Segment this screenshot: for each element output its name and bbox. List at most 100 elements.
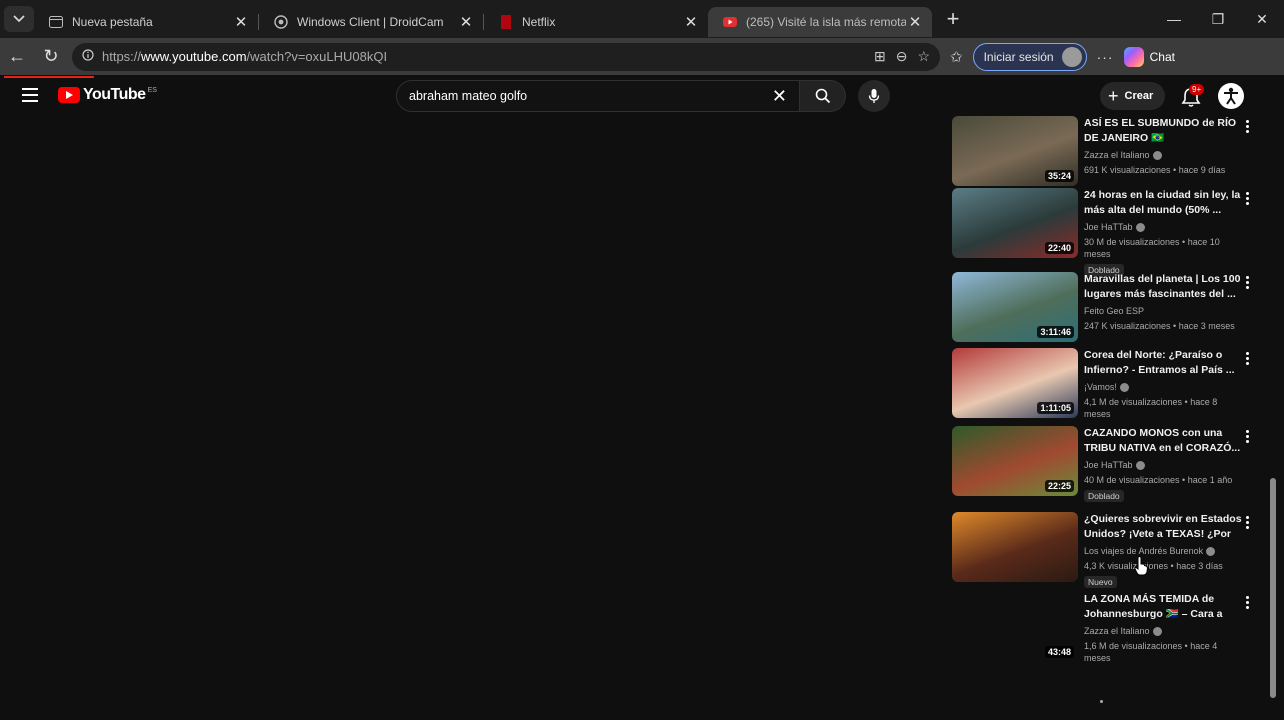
more-options-icon[interactable]: ···	[1097, 49, 1114, 65]
video-stats: 30 M de visualizaciones • hace 10 meses	[1084, 237, 1220, 259]
new-tab-button[interactable]: +	[938, 6, 968, 32]
search-input[interactable]: abraham mateo golfo ✕	[396, 80, 800, 112]
close-icon[interactable]: ✕	[682, 13, 700, 31]
favorite-star-icon[interactable]: ☆	[917, 48, 930, 65]
video-title[interactable]: ASÍ ES EL SUBMUNDO de RÍO DE JANEIRO 🇧🇷	[1084, 116, 1242, 146]
tab-actions-menu-button[interactable]	[4, 6, 34, 32]
video-thumbnail[interactable]	[952, 512, 1078, 582]
close-icon[interactable]: ✕	[906, 13, 924, 31]
restore-icon[interactable]: ❐	[1196, 0, 1240, 38]
channel-line: Los viajes de Andrés Burenok	[1084, 545, 1242, 557]
more-actions-icon[interactable]	[1244, 516, 1250, 531]
video-title[interactable]: Corea del Norte: ¿Paraíso o Infierno? - …	[1084, 348, 1242, 378]
tab-new-tab[interactable]: Nueva pestaña ✕	[34, 7, 258, 37]
channel-name[interactable]: Zazza el Italiano	[1084, 626, 1150, 636]
favorites-icon[interactable]: ✩	[950, 48, 963, 66]
channel-line: Joe HaTTab	[1084, 221, 1242, 233]
accessibility-person-icon	[1224, 87, 1238, 105]
channel-line: Zazza el Italiano	[1084, 149, 1242, 161]
more-actions-icon[interactable]	[1244, 430, 1250, 445]
netflix-icon	[498, 14, 514, 30]
copilot-chat-button[interactable]: Chat	[1123, 46, 1175, 67]
video-duration: 22:40	[1044, 242, 1074, 254]
channel-name[interactable]: Joe HaTTab	[1084, 460, 1133, 470]
app-install-icon[interactable]: ⊞	[874, 48, 886, 65]
video-stats: 247 K visualizaciones • hace 3 meses	[1084, 321, 1235, 331]
url-scheme: https://	[102, 49, 142, 64]
window-controls: — ❐ ✕	[1152, 0, 1284, 38]
video-duration: 22:25	[1044, 480, 1074, 492]
video-tag: Nuevo	[1084, 576, 1117, 588]
channel-line: ¡Vamos!	[1084, 381, 1242, 393]
clear-search-icon[interactable]: ✕	[772, 86, 787, 107]
tab-youtube-active[interactable]: (265) Visité la isla más remota del ✕	[708, 7, 932, 37]
address-bar-row: ← ↻ https://www.youtube.com/watch?v=oxuL…	[0, 38, 1284, 75]
youtube-wordmark: YouTube	[83, 86, 146, 103]
tab-droidcam[interactable]: Windows Client | DroidCam ✕	[259, 7, 483, 37]
menu-hamburger-icon[interactable]	[22, 88, 38, 102]
channel-name[interactable]: Zazza el Italiano	[1084, 150, 1150, 160]
verified-check-icon	[1119, 383, 1129, 393]
signin-label: Iniciar sesión	[983, 49, 1054, 64]
channel-name[interactable]: ¡Vamos!	[1084, 382, 1117, 392]
video-title[interactable]: LA ZONA MÁS TEMIDA de Johannesburgo 🇿🇦 –…	[1084, 592, 1242, 622]
channel-line: Feito Geo ESP	[1084, 305, 1242, 317]
video-title[interactable]: 24 horas en la ciudad sin ley, la más al…	[1084, 188, 1242, 218]
video-thumbnail[interactable]: 22:40	[952, 188, 1078, 258]
zoom-icon[interactable]: ⊖	[896, 48, 908, 65]
create-label: Crear	[1124, 90, 1154, 102]
tab-netflix[interactable]: Netflix ✕	[484, 7, 708, 37]
tab-title: Netflix	[522, 15, 556, 29]
site-info-icon[interactable]	[82, 49, 94, 64]
video-title[interactable]: Maravillas del planeta | Los 100 lugares…	[1084, 272, 1242, 302]
signin-button[interactable]: Iniciar sesión	[972, 42, 1087, 71]
window-close-icon[interactable]: ✕	[1240, 0, 1284, 38]
youtube-logo[interactable]: YouTube ES	[58, 86, 157, 104]
video-meta: CAZANDO MONOS con una TRIBU NATIVA en el…	[1084, 426, 1242, 504]
create-button[interactable]: + Crear	[1100, 82, 1166, 110]
more-actions-icon[interactable]	[1244, 120, 1250, 135]
video-thumbnail[interactable]: 43:48	[952, 592, 1078, 662]
voice-search-button[interactable]	[858, 80, 890, 112]
reload-icon[interactable]: ↻	[34, 46, 68, 67]
close-icon[interactable]: ✕	[232, 13, 250, 31]
video-meta: Maravillas del planeta | Los 100 lugares…	[1084, 272, 1242, 332]
tab-title: Windows Client | DroidCam	[297, 15, 444, 29]
plus-icon: +	[1108, 85, 1119, 106]
video-thumbnail[interactable]: 3:11:46	[952, 272, 1078, 342]
video-meta: ASÍ ES EL SUBMUNDO de RÍO DE JANEIRO 🇧🇷 …	[1084, 116, 1242, 176]
video-thumbnail[interactable]: 1:11:05	[952, 348, 1078, 418]
url-field[interactable]: https://www.youtube.com/watch?v=oxuLHU08…	[72, 42, 940, 71]
droidcam-icon	[273, 14, 289, 30]
back-arrow-icon[interactable]: ←	[0, 46, 34, 67]
video-stats: 40 M de visualizaciones • hace 1 año	[1084, 475, 1233, 485]
hand-cursor-icon	[1134, 556, 1148, 576]
channel-name[interactable]: Feito Geo ESP	[1084, 306, 1144, 316]
loading-dot	[1100, 700, 1103, 703]
channel-name[interactable]: Joe HaTTab	[1084, 222, 1133, 232]
chevron-down-icon	[13, 15, 25, 23]
channel-name[interactable]: Los viajes de Andrés Burenok	[1084, 546, 1203, 556]
more-actions-icon[interactable]	[1244, 352, 1250, 367]
more-actions-icon[interactable]	[1244, 596, 1250, 611]
country-code: ES	[147, 86, 157, 94]
search-icon	[815, 88, 830, 104]
video-duration: 43:48	[1044, 646, 1074, 658]
close-icon[interactable]: ✕	[457, 13, 475, 31]
account-avatar[interactable]	[1218, 83, 1244, 109]
video-thumbnail[interactable]: 35:24	[952, 116, 1078, 186]
video-thumbnail[interactable]: 22:25	[952, 426, 1078, 496]
more-actions-icon[interactable]	[1244, 192, 1250, 207]
minimize-icon[interactable]: —	[1152, 0, 1196, 38]
microphone-icon	[868, 89, 880, 103]
more-actions-icon[interactable]	[1244, 276, 1250, 291]
page-loading-bar	[4, 76, 94, 78]
video-title[interactable]: CAZANDO MONOS con una TRIBU NATIVA en el…	[1084, 426, 1242, 456]
verified-check-icon	[1135, 461, 1145, 471]
scrollbar-thumb[interactable]	[1270, 478, 1276, 698]
search-button[interactable]	[800, 80, 846, 112]
tab-title: (265) Visité la isla más remota del	[746, 15, 906, 29]
video-title[interactable]: ¿Quieres sobrevivir en Estados Unidos? ¡…	[1084, 512, 1242, 542]
url-host: www.youtube.com	[141, 49, 247, 64]
video-meta: Corea del Norte: ¿Paraíso o Infierno? - …	[1084, 348, 1242, 420]
